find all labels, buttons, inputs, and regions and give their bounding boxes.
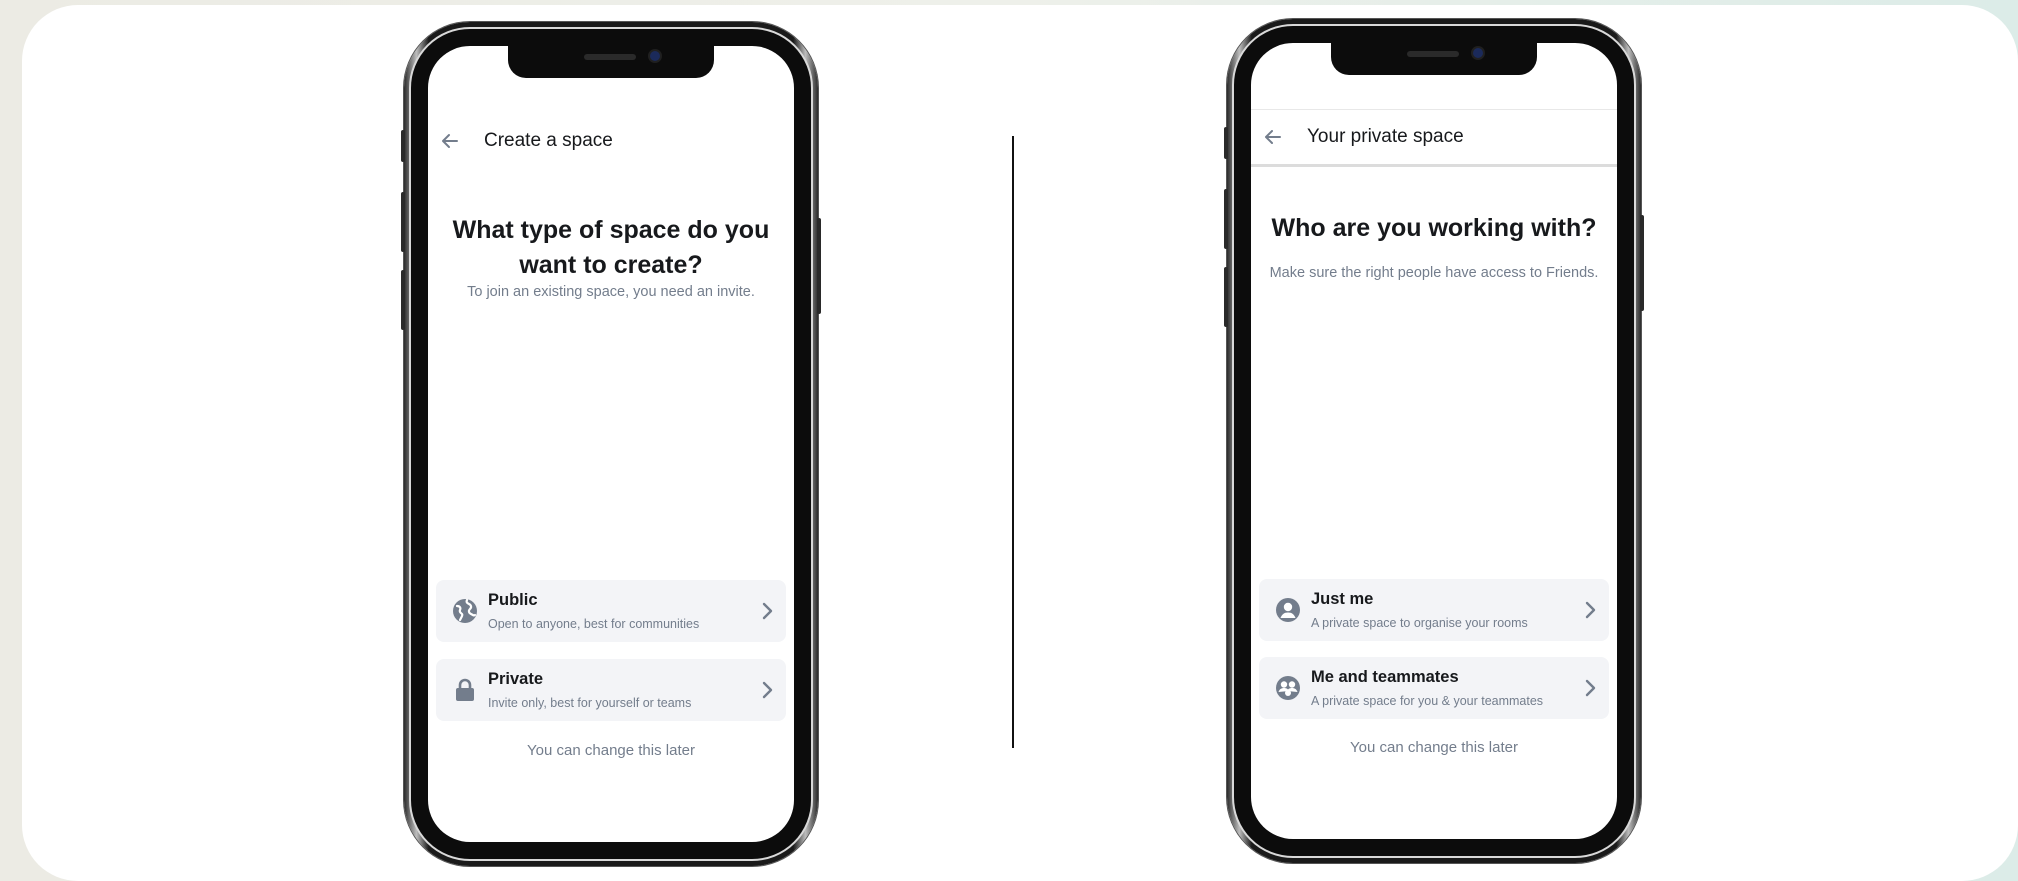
change-later-note: You can change this later — [527, 742, 695, 759]
page-heading: Who are you working with? — [1271, 214, 1597, 242]
phone-mockup-right: Your private space Who are you working w… — [1224, 19, 1644, 863]
screen-header: Create a space — [428, 112, 794, 170]
option-title: Me and teammates — [1311, 668, 1459, 686]
option-description: A private space for you & your teammates — [1311, 694, 1544, 708]
chevron-right-icon — [762, 602, 773, 620]
back-arrow-icon[interactable] — [1261, 125, 1285, 149]
header-title: Your private space — [1307, 126, 1464, 147]
option-just-me[interactable]: Just me A private space to organise your… — [1259, 579, 1609, 641]
phone-notch — [1331, 43, 1537, 75]
option-me-and-teammates[interactable]: Me and teammates A private space for you… — [1259, 657, 1609, 719]
lock-icon — [456, 678, 474, 701]
chevron-right-icon — [1585, 679, 1596, 697]
phone-volume-down — [1224, 267, 1228, 327]
group-icon — [1276, 676, 1300, 700]
header-title: Create a space — [484, 130, 613, 151]
divider-line — [1012, 136, 1014, 748]
screen-header: Your private space — [1251, 109, 1617, 167]
background-card — [22, 5, 2018, 881]
change-later-note: You can change this later — [1350, 739, 1518, 756]
person-icon — [1276, 598, 1300, 622]
phone-power-button — [1640, 215, 1644, 311]
phone-mockup-left: Create a space What type of space do you… — [401, 22, 821, 866]
phone-screen: Your private space Who are you working w… — [1251, 43, 1617, 839]
option-description: A private space to organise your rooms — [1311, 616, 1528, 630]
back-arrow-icon[interactable] — [438, 129, 462, 153]
phone-mute-switch — [401, 130, 405, 162]
front-camera — [1473, 48, 1483, 58]
phone-volume-down — [401, 270, 405, 330]
option-title: Just me — [1311, 590, 1374, 608]
option-title: Public — [488, 591, 538, 609]
page-subtext: Make sure the right people have access t… — [1269, 265, 1599, 281]
option-public[interactable]: Public Open to anyone, best for communit… — [436, 580, 786, 642]
option-title: Private — [488, 670, 544, 688]
option-description: Open to anyone, best for communities — [488, 617, 700, 631]
phone-volume-up — [401, 192, 405, 252]
phone-volume-up — [1224, 189, 1228, 249]
phone-mute-switch — [1224, 127, 1228, 159]
phone-power-button — [817, 218, 821, 314]
option-description: Invite only, best for yourself or teams — [488, 696, 692, 710]
globe-icon — [453, 598, 477, 623]
front-camera — [650, 51, 660, 61]
page-heading: What type of space do you want to create… — [452, 216, 770, 279]
page-subtext: To join an existing space, you need an i… — [467, 284, 755, 300]
option-private[interactable]: Private Invite only, best for yourself o… — [436, 659, 786, 721]
speaker-grille — [584, 54, 636, 60]
chevron-right-icon — [1585, 601, 1596, 619]
phone-notch — [508, 46, 714, 78]
speaker-grille — [1407, 51, 1459, 57]
phone-screen: Create a space What type of space do you… — [428, 46, 794, 842]
chevron-right-icon — [762, 681, 773, 699]
